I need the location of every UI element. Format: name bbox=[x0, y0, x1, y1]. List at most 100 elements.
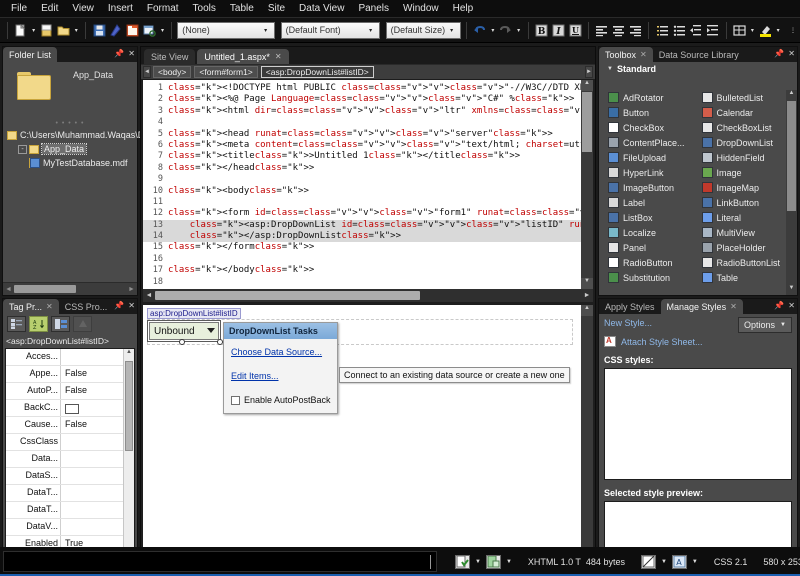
chevron-down-icon[interactable]: ▼ bbox=[692, 559, 698, 565]
menu-item-view[interactable]: View bbox=[65, 1, 101, 16]
toolbox-vscrollbar[interactable]: ▲ ▼ bbox=[786, 90, 797, 295]
code-line[interactable]: 5 class="k"><head runat=class=class="v">"… bbox=[143, 129, 581, 140]
toolbox-item-image[interactable]: Image bbox=[693, 165, 787, 180]
property-value[interactable]: False bbox=[61, 417, 123, 433]
scroll-up-icon[interactable]: ▲ bbox=[124, 349, 134, 359]
properties-icon[interactable] bbox=[125, 21, 141, 39]
code-lines[interactable]: 1 class="k"><!DOCTYPE html PUBLIC class=c… bbox=[143, 80, 593, 289]
breadcrumb-item[interactable]: <form#form1> bbox=[194, 66, 258, 78]
breadcrumb-item[interactable]: <asp:DropDownList#listID> bbox=[260, 66, 374, 78]
code-line[interactable]: 6 class="k"><meta content=class=class="v"… bbox=[143, 140, 593, 151]
property-row[interactable]: BackC... bbox=[6, 400, 123, 417]
toolbox-item-imagebutton[interactable]: ImageButton bbox=[599, 180, 693, 195]
tab-data-source-library[interactable]: Data Source Library bbox=[652, 47, 745, 62]
menu-item-panels[interactable]: Panels bbox=[351, 1, 396, 16]
pin-icon[interactable]: 📌 bbox=[774, 301, 784, 310]
open-folder-icon[interactable] bbox=[55, 21, 71, 39]
toolbox-item-calendar[interactable]: Calendar bbox=[693, 105, 787, 120]
tree-expander-icon[interactable]: - bbox=[18, 144, 27, 154]
code-line[interactable]: 2 class="k"><%@ Page Language=class=class… bbox=[143, 94, 581, 105]
checkbox-box[interactable] bbox=[231, 395, 240, 405]
page-validation-icon[interactable] bbox=[455, 554, 470, 569]
folder-tree-item[interactable]: C:\Users\Muhammad.Waqas\Do bbox=[3, 128, 149, 142]
toolbox-item-hiddenfield[interactable]: HiddenField bbox=[693, 150, 787, 165]
scroll-right-icon[interactable]: ► bbox=[581, 292, 593, 299]
scroll-left-icon[interactable]: ◄ bbox=[3, 286, 14, 293]
dropdownlist-control[interactable]: Unbound bbox=[149, 322, 219, 340]
css-styles-list[interactable] bbox=[604, 368, 792, 480]
undo-icon[interactable] bbox=[472, 21, 488, 39]
property-row[interactable]: DataS... bbox=[6, 468, 123, 485]
property-row[interactable]: DataV... bbox=[6, 519, 123, 536]
property-value[interactable] bbox=[61, 485, 123, 501]
compatibility-icon[interactable] bbox=[485, 554, 501, 569]
borders-dropdown-icon[interactable]: ▾ bbox=[748, 21, 756, 39]
css-schema-icon[interactable]: A bbox=[671, 554, 687, 569]
code-line[interactable]: 15 class="k"></formclass="k">> bbox=[143, 242, 581, 253]
toolbox-item-table[interactable]: Table bbox=[693, 270, 787, 285]
preview-browser-icon[interactable] bbox=[142, 21, 158, 39]
chevron-down-icon[interactable]: ▾ bbox=[259, 24, 272, 37]
size-combo[interactable]: (Default Size) ▾ bbox=[385, 21, 462, 39]
folder-tree-item[interactable]: - App_Data bbox=[3, 142, 137, 156]
toolbox-item-checkbox[interactable]: CheckBox bbox=[599, 120, 693, 135]
toolbox-item-adrotator[interactable]: AdRotator bbox=[599, 90, 693, 105]
redo-icon[interactable] bbox=[498, 21, 514, 39]
toolbox-item-radiobutton[interactable]: RadioButton bbox=[599, 255, 693, 270]
schema-icon[interactable] bbox=[640, 554, 656, 569]
underline-icon[interactable]: U bbox=[567, 21, 583, 39]
close-icon[interactable]: ✕ bbox=[640, 50, 647, 59]
edit-items-link[interactable]: Edit Items... bbox=[231, 371, 331, 381]
code-line[interactable]: 17 class="k"></bodyclass="k">> bbox=[143, 265, 581, 276]
menu-item-insert[interactable]: Insert bbox=[101, 1, 140, 16]
property-row[interactable]: Data... bbox=[6, 451, 123, 468]
tag-properties-vscrollbar[interactable]: ▲ ▼ bbox=[123, 349, 134, 576]
close-icon[interactable]: ✕ bbox=[128, 301, 135, 310]
property-row[interactable]: Appe... False bbox=[6, 366, 123, 383]
code-line[interactable]: 8 class="k"></headclass="k">> bbox=[143, 163, 581, 174]
color-swatch[interactable] bbox=[65, 404, 79, 414]
code-vscrollbar[interactable]: ▲ ▼ bbox=[581, 80, 593, 289]
code-line[interactable]: 12 class="k"><form id=class=class="v">"v"… bbox=[143, 208, 593, 219]
close-icon[interactable]: ✕ bbox=[128, 49, 135, 58]
scroll-thumb[interactable] bbox=[787, 101, 796, 211]
scroll-thumb[interactable] bbox=[155, 291, 420, 300]
open-dropdown-icon[interactable]: ▾ bbox=[72, 21, 80, 39]
toolbox-item-button[interactable]: Button bbox=[599, 105, 693, 120]
menu-item-table[interactable]: Table bbox=[223, 1, 261, 16]
toolbox-item-panel[interactable]: Panel bbox=[599, 240, 693, 255]
chevron-down-icon[interactable]: ▾ bbox=[445, 24, 458, 37]
scroll-thumb[interactable] bbox=[582, 92, 592, 152]
property-value[interactable] bbox=[61, 349, 123, 365]
tab-folder-list[interactable]: Folder List bbox=[3, 47, 58, 62]
toolbox-item-radiobuttonlist[interactable]: RadioButtonList bbox=[693, 255, 787, 270]
save-icon[interactable] bbox=[91, 21, 107, 39]
close-icon[interactable]: ✕ bbox=[275, 52, 282, 61]
scroll-up-icon[interactable]: ▲ bbox=[786, 90, 797, 100]
italic-icon[interactable]: I bbox=[550, 21, 566, 39]
toolbox-item-hyperlink[interactable]: HyperLink bbox=[599, 165, 693, 180]
toolbox-item-listbox[interactable]: ListBox bbox=[599, 210, 693, 225]
new-document-icon[interactable] bbox=[13, 21, 29, 39]
highlight-icon[interactable] bbox=[757, 21, 773, 39]
code-hscrollbar[interactable]: ◄ ► bbox=[143, 289, 593, 302]
toolbox-item-checkboxlist[interactable]: CheckBoxList bbox=[693, 120, 787, 135]
tab-toolbox[interactable]: Toolbox ✕ bbox=[599, 47, 653, 62]
toolbox-item-dropdownlist[interactable]: DropDownList bbox=[693, 135, 787, 150]
code-line[interactable]: 10 class="k"><bodyclass="k">> bbox=[143, 186, 581, 197]
toolbox-item-bulletedlist[interactable]: BulletedList bbox=[693, 90, 787, 105]
property-row[interactable]: Acces... bbox=[6, 349, 123, 366]
attach-style-sheet-link[interactable]: Attach Style Sheet... bbox=[604, 336, 792, 347]
toolbox-items[interactable]: AdRotator BulletedList Button Calendar Check… bbox=[599, 90, 786, 295]
scroll-thumb[interactable] bbox=[14, 285, 76, 293]
pin-icon[interactable]: 📌 bbox=[774, 49, 784, 58]
code-line[interactable]: 9 bbox=[143, 174, 581, 185]
menu-item-edit[interactable]: Edit bbox=[34, 1, 65, 16]
tab-manage-styles[interactable]: Manage Styles ✕ bbox=[660, 299, 743, 314]
categorized-view-icon[interactable] bbox=[7, 316, 26, 332]
borders-icon[interactable] bbox=[732, 21, 748, 39]
chevron-down-icon[interactable] bbox=[207, 328, 215, 333]
menu-item-tools[interactable]: Tools bbox=[186, 1, 223, 16]
property-row[interactable]: DataT... bbox=[6, 502, 123, 519]
property-value[interactable] bbox=[61, 519, 123, 535]
